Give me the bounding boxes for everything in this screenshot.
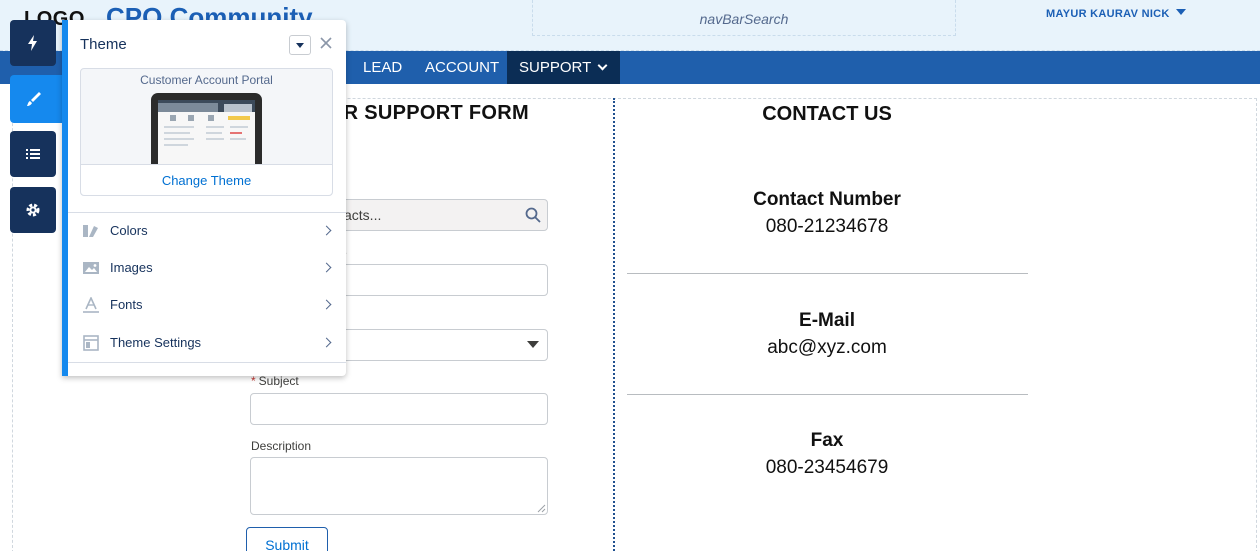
contact-title: CONTACT US [762,103,892,125]
menu-item-images[interactable]: Images [68,250,346,286]
search-icon[interactable] [525,207,541,223]
chevron-down-icon [296,43,304,48]
colors-icon [83,225,98,237]
nav-search[interactable]: navBarSearch [532,0,956,36]
images-icon [83,262,99,274]
contact-divider [627,273,1028,274]
subject-input[interactable] [250,393,548,425]
chevron-right-icon [321,225,332,236]
contact-number-value: 080-21234678 [765,216,889,237]
chevron-right-icon [321,262,332,273]
close-icon[interactable] [318,35,334,51]
panel-dropdown-button[interactable] [289,35,311,55]
contact-divider [627,394,1028,395]
page: LOGO CPQ Community navBarSearch MAYUR KA… [0,0,1260,551]
column-divider [613,98,615,551]
chevron-down-icon [597,60,608,71]
menu-item-label: Theme Settings [110,335,202,350]
change-theme-link[interactable]: Change Theme [81,173,332,188]
resize-handle-icon[interactable] [537,504,546,513]
lightning-icon [28,35,37,51]
email-heading: E-Mail [799,310,855,331]
menu-item-label: Fonts [110,297,143,312]
fax-heading: Fax [810,430,844,451]
page-structure-rail-button[interactable] [10,131,56,177]
menu-item-label: Images [110,260,153,275]
list-icon [26,149,40,159]
panel-separator [68,362,346,363]
lookup-placeholder: acts... [344,207,382,223]
email-value: abc@xyz.com [767,337,887,358]
nav-item-lead[interactable]: LEAD [351,51,414,84]
user-menu[interactable]: MAYUR KAURAV NICK [1046,8,1186,20]
menu-item-colors[interactable]: Colors [68,213,346,249]
menu-item-fonts[interactable]: Fonts [68,287,346,323]
fonts-icon [83,297,99,313]
theme-settings-icon [83,335,99,351]
nav-item-support[interactable]: SUPPORT [507,51,620,84]
components-rail-button[interactable] [10,20,56,66]
theme-panel-title: Theme [80,36,127,53]
nav-item-support-label: SUPPORT [519,59,592,76]
theme-name: Customer Account Portal [140,73,273,87]
subject-label: * Subject [251,374,299,388]
menu-item-label: Colors [110,223,148,238]
description-label: Description [251,439,312,453]
submit-button[interactable]: Submit [246,527,328,551]
brush-icon [27,92,41,106]
description-textarea[interactable] [250,457,548,515]
gear-icon [26,203,40,217]
user-name: MAYUR KAURAV NICK [1046,8,1170,20]
contact-number-heading: Contact Number [753,189,901,210]
select-caret-icon [527,341,539,348]
menu-item-theme-settings[interactable]: Theme Settings [68,325,346,361]
chevron-right-icon [321,337,332,348]
theme-rail-button[interactable] [10,75,62,123]
nav-item-account[interactable]: ACCOUNT [413,51,511,84]
theme-preview-screen [158,100,255,164]
chevron-right-icon [321,299,332,310]
support-form-title: ER SUPPORT FORM [330,102,529,124]
caret-down-icon [1175,9,1186,15]
settings-rail-button[interactable] [10,187,56,233]
fax-value: 080-23454679 [765,457,889,478]
